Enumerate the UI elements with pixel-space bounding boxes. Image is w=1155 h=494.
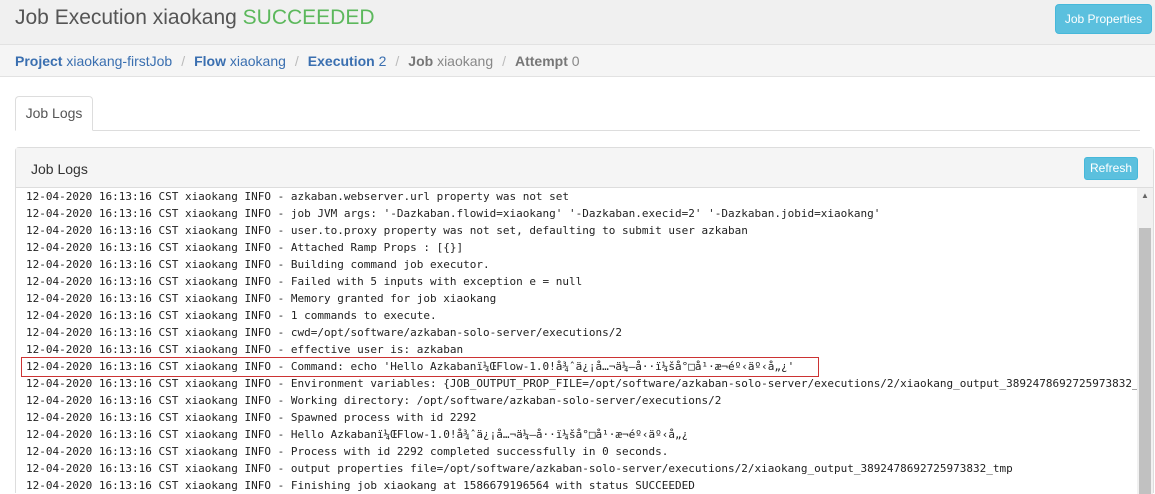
job-properties-button[interactable]: Job Properties <box>1055 4 1152 34</box>
breadcrumb-flow[interactable]: Flow xiaokang <box>194 53 286 69</box>
page-header: Job Execution xiaokang SUCCEEDED Job Pro… <box>0 0 1155 44</box>
log-line: 12-04-2020 16:13:16 CST xiaokang INFO - … <box>26 445 669 458</box>
breadcrumb-separator: / <box>395 53 400 69</box>
log-line: 12-04-2020 16:13:16 CST xiaokang INFO - … <box>26 411 477 424</box>
log-output[interactable]: 12-04-2020 16:13:16 CST xiaokang INFO - … <box>16 188 1137 494</box>
tab-strip-divider <box>15 130 1140 131</box>
log-line: 12-04-2020 16:13:16 CST xiaokang INFO - … <box>26 377 1137 390</box>
panel-title: Job Logs <box>31 161 88 177</box>
page-title-text: Job Execution xiaokang <box>15 6 243 29</box>
log-line: 12-04-2020 16:13:16 CST xiaokang INFO - … <box>26 343 464 356</box>
panel-heading: Job Logs Refresh <box>16 148 1153 188</box>
log-line: 12-04-2020 16:13:16 CST xiaokang INFO - … <box>26 309 437 322</box>
log-line: 12-04-2020 16:13:16 CST xiaokang INFO - … <box>26 462 1013 475</box>
job-status-label: SUCCEEDED <box>242 6 375 29</box>
log-line: 12-04-2020 16:13:16 CST xiaokang INFO - … <box>26 241 464 254</box>
breadcrumb-separator: / <box>294 53 299 69</box>
breadcrumb-project[interactable]: Project xiaokang-firstJob <box>15 53 172 69</box>
job-logs-panel: Job Logs Refresh 12-04-2020 16:13:16 CST… <box>15 147 1154 494</box>
log-line: 12-04-2020 16:13:16 CST xiaokang INFO - … <box>26 292 497 305</box>
log-line: 12-04-2020 16:13:16 CST xiaokang INFO - … <box>26 479 695 492</box>
breadcrumb-execution[interactable]: Execution 2 <box>308 53 387 69</box>
scroll-up-arrow-icon[interactable]: ▲ <box>1137 188 1153 204</box>
log-line: 12-04-2020 16:13:16 CST xiaokang INFO - … <box>26 224 748 237</box>
page-title: Job Execution xiaokang SUCCEEDED <box>15 6 375 30</box>
log-line: 12-04-2020 16:13:16 CST xiaokang INFO - … <box>26 258 490 271</box>
log-line: 12-04-2020 16:13:16 CST xiaokang INFO - … <box>26 326 623 339</box>
log-line: 12-04-2020 16:13:16 CST xiaokang INFO - … <box>26 190 570 203</box>
refresh-button[interactable]: Refresh <box>1084 157 1138 180</box>
log-line: 12-04-2020 16:13:16 CST xiaokang INFO - … <box>26 275 583 288</box>
breadcrumb-bar: Project xiaokang-firstJob / Flow xiaokang /… <box>0 44 1155 77</box>
tab-job-logs[interactable]: Job Logs <box>15 96 93 131</box>
log-scrollbar[interactable]: ▲ <box>1137 188 1153 494</box>
log-line: 12-04-2020 16:13:16 CST xiaokang INFO - … <box>26 394 722 407</box>
breadcrumb-separator: / <box>502 53 506 69</box>
breadcrumb-job: Job xiaokang <box>408 53 494 69</box>
breadcrumb: Project xiaokang-firstJob / Flow xiaokang /… <box>15 53 580 69</box>
breadcrumb-separator: / <box>181 53 186 69</box>
breadcrumb-attempt: Attempt 0 <box>515 53 580 69</box>
log-line: 12-04-2020 16:13:16 CST xiaokang INFO - … <box>26 207 881 220</box>
log-line: 12-04-2020 16:13:16 CST xiaokang INFO - … <box>26 428 689 441</box>
scrollbar-thumb[interactable] <box>1139 228 1151 494</box>
log-line-command: 12-04-2020 16:13:16 CST xiaokang INFO - … <box>26 360 795 373</box>
